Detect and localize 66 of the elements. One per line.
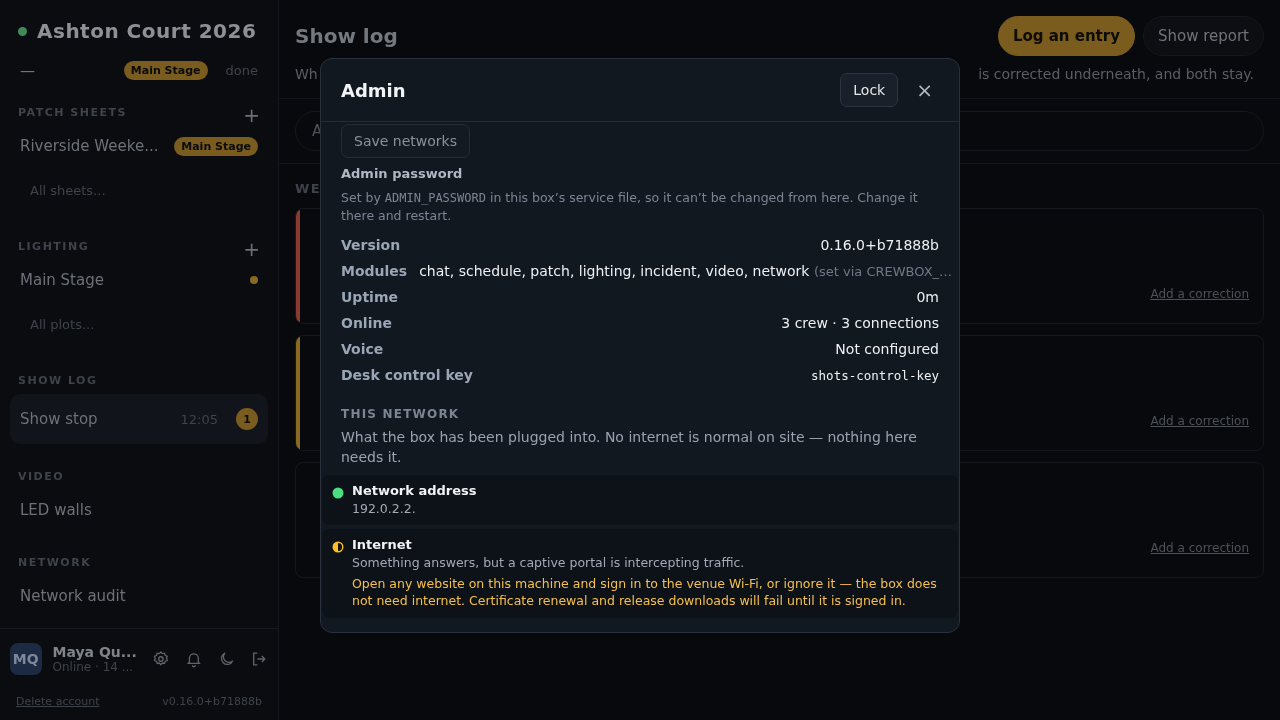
item-label: Network audit bbox=[20, 587, 127, 605]
settings-icon[interactable] bbox=[152, 650, 170, 668]
subtitle-fragment: is corrected underneath, and both stay. bbox=[978, 66, 1254, 82]
add-button[interactable]: + bbox=[243, 237, 260, 261]
sidebar-item[interactable]: Main Stage bbox=[10, 260, 268, 300]
add-correction-link[interactable]: Add a correction bbox=[1150, 541, 1249, 555]
info-label: Voice bbox=[341, 341, 384, 357]
info-value: 0m bbox=[916, 289, 939, 305]
more-link[interactable]: All sheets... bbox=[10, 166, 268, 214]
info-label: Modules bbox=[341, 263, 408, 279]
section-heading: WE bbox=[295, 181, 322, 196]
logout-icon[interactable] bbox=[250, 650, 268, 668]
event-title: Ashton Court 2026 bbox=[37, 19, 257, 43]
subtitle-fragment: Wh bbox=[295, 66, 318, 82]
add-button[interactable]: + bbox=[243, 103, 260, 127]
field-heading: Admin password bbox=[341, 166, 463, 181]
section-heading: VIDEO bbox=[18, 469, 65, 483]
log-entry-button[interactable]: Log an entry bbox=[997, 16, 1135, 56]
section-heading: PATCH SHEETS bbox=[18, 105, 127, 119]
version-label: v0.16.0+b71888b bbox=[162, 695, 262, 708]
info-label: Uptime bbox=[341, 289, 398, 305]
section-heading: LIGHTING bbox=[18, 239, 90, 253]
lock-button[interactable]: Lock bbox=[840, 73, 899, 107]
network-note: What the box has been plugged into. No internet is normal on site — nothing here needs it. bbox=[341, 428, 918, 467]
check-warning: Open any website on this machine and sign in to the venue Wi-Fi, or ignore it — the box does not need internet. Certificate renewal and release downloads will fail until it is signed in. bbox=[352, 575, 938, 609]
stage-badge: Main Stage bbox=[174, 136, 258, 156]
check-title: Internet bbox=[352, 537, 413, 552]
page-title: Show log bbox=[295, 24, 398, 48]
password-note: Set by ADMIN_PASSWORD in this box’s service file, so it can’t be changed from here. Change it there and restart. bbox=[341, 189, 919, 225]
stage-badge: Main Stage bbox=[123, 61, 208, 80]
delete-account-link[interactable]: Delete account bbox=[16, 695, 100, 708]
check-title: Network address bbox=[352, 483, 477, 498]
section-heading: THIS NETWORK bbox=[341, 407, 460, 421]
info-label: Desk control key bbox=[341, 367, 473, 383]
dialog-title: Admin bbox=[341, 79, 407, 101]
sidebar-item[interactable]: LED walls bbox=[10, 490, 268, 530]
check-detail: Something answers, but a captive portal is intercepting traffic. bbox=[352, 555, 746, 570]
close-button[interactable]: × bbox=[910, 78, 939, 102]
save-networks-button[interactable]: Save networks bbox=[341, 124, 470, 158]
more-link[interactable]: All plots... bbox=[10, 300, 268, 348]
section-heading: NETWORK bbox=[18, 555, 92, 569]
item-label: Main Stage bbox=[20, 271, 105, 289]
sidebar-item[interactable]: Network audit bbox=[10, 576, 268, 616]
dash: — bbox=[20, 61, 36, 80]
sidebar-item[interactable]: Riverside Weeke... Main Stage bbox=[10, 126, 268, 166]
item-label: Riverside Weeke... bbox=[20, 137, 160, 155]
user-status: Online · 14 ... bbox=[52, 660, 135, 674]
count-badge: 1 bbox=[236, 408, 258, 430]
info-value: chat, schedule, patch, lighting, incident, video, network (set via CREWBOX_… bbox=[419, 263, 953, 279]
info-value: Not configured bbox=[835, 341, 939, 357]
report-button[interactable]: Show report bbox=[1142, 16, 1264, 56]
info-value: 0.16.0+b71888b bbox=[820, 237, 939, 253]
add-correction-link[interactable]: Add a correction bbox=[1150, 287, 1249, 301]
item-label: LED walls bbox=[20, 501, 93, 519]
item-label: Show stop bbox=[20, 410, 99, 428]
add-correction-link[interactable]: Add a correction bbox=[1150, 414, 1249, 428]
user-name: Maya Qu... bbox=[52, 644, 138, 660]
avatar: MQ bbox=[10, 643, 42, 675]
status-label: done bbox=[225, 63, 258, 78]
bell-icon[interactable] bbox=[184, 650, 203, 668]
info-value: 3 crew · 3 connections bbox=[781, 315, 939, 331]
info-label: Online bbox=[341, 315, 392, 331]
info-label: Version bbox=[341, 237, 401, 253]
info-value: shots-control-key bbox=[811, 368, 939, 383]
section-heading: SHOW LOG bbox=[18, 373, 98, 387]
check-detail: 192.0.2.2. bbox=[352, 501, 417, 516]
